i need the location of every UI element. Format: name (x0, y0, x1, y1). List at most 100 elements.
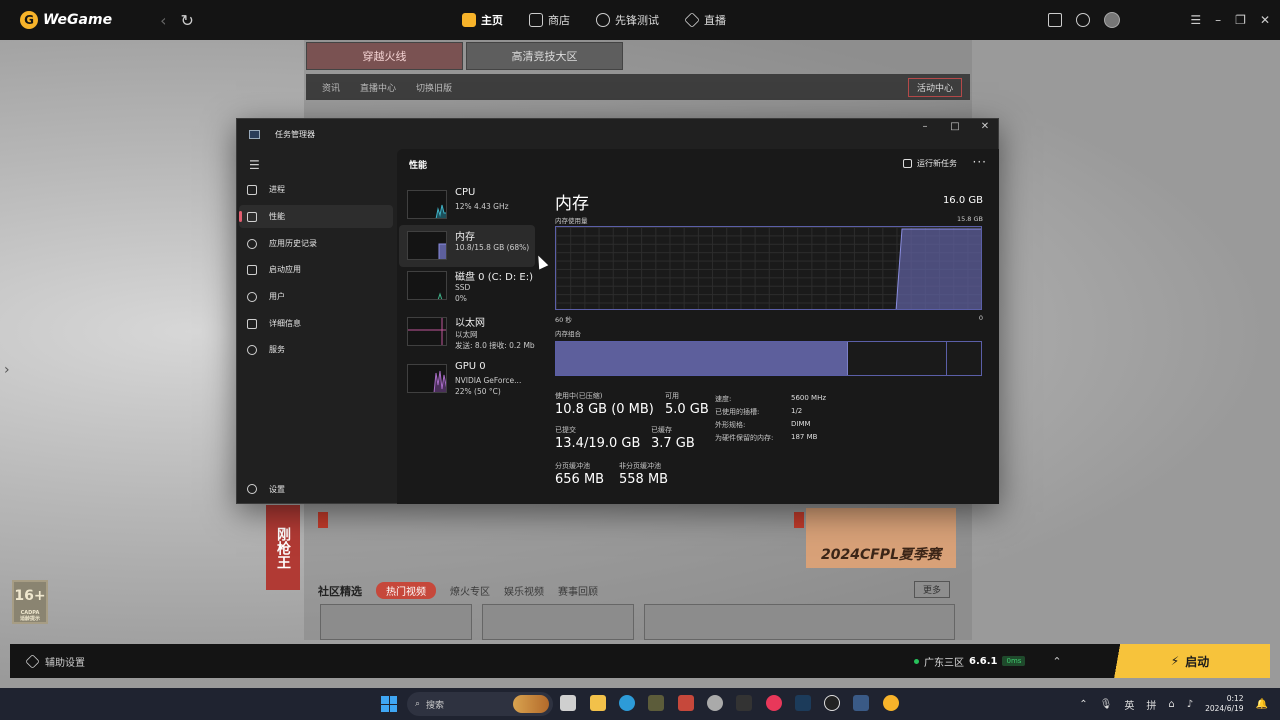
nav-startup-apps[interactable]: 启动应用 (239, 258, 393, 281)
resource-memory[interactable]: 内存 10.8/15.8 GB (68%) (399, 225, 535, 267)
nav-details[interactable]: 详细信息 (239, 312, 393, 335)
app-icon[interactable] (678, 695, 694, 711)
chevron-up-icon[interactable]: ⌃ (1052, 655, 1061, 668)
stat-label: 已缓存 (651, 426, 672, 434)
game-tab-cf[interactable]: 穿越火线 (306, 42, 463, 70)
more-options-icon[interactable]: ··· (973, 155, 987, 169)
steam-icon[interactable] (795, 695, 811, 711)
nav-performance[interactable]: 性能 (239, 205, 393, 228)
game-tab-hd[interactable]: 高清竞技大区 (466, 42, 623, 70)
resource-name: 以太网 (455, 318, 485, 329)
resource-name: CPU (455, 187, 476, 198)
close-icon[interactable]: ✕ (970, 119, 1000, 135)
nav-app-history[interactable]: 应用历史记录 (239, 232, 393, 255)
wegame-icon[interactable] (883, 695, 899, 711)
resource-gpu[interactable]: GPU 0 NVIDIA GeForce... 22% (50 °C) (399, 358, 535, 400)
community-tab-fire[interactable]: 燎火专区 (450, 583, 490, 598)
memory-max-label: 15.8 GB (956, 215, 983, 223)
nav-services[interactable]: 服务 (239, 338, 393, 361)
run-new-task-button[interactable]: 运行新任务 (903, 158, 957, 169)
activity-center-button[interactable]: 活动中心 (907, 78, 962, 97)
task-manager-icon[interactable] (853, 695, 869, 711)
avatar[interactable] (1104, 12, 1121, 28)
stat-label: 使用中(已压缩) (555, 392, 603, 400)
wegame-logo[interactable]: G WeGame (20, 11, 112, 29)
nav-live-label: 直播 (704, 14, 726, 27)
sub-nav-live[interactable]: 直播中心 (360, 81, 396, 94)
stat-value: 13.4/19.0 GB (555, 436, 641, 451)
netease-music-icon[interactable] (766, 695, 782, 711)
community-tab-fun[interactable]: 娱乐视频 (504, 583, 544, 598)
nav-pioneer[interactable]: 先锋测试 (596, 12, 659, 28)
hamburger-icon[interactable]: ☰ (249, 158, 260, 172)
resource-cpu[interactable]: CPU 12% 4.43 GHz (399, 184, 535, 226)
minimize-icon[interactable]: – (910, 119, 940, 135)
resource-disk[interactable]: 磁盘 0 (C: D: E:) SSD 0% (399, 265, 535, 307)
live-icon (684, 12, 700, 28)
windows-start-icon[interactable] (381, 696, 397, 712)
community-tab-review[interactable]: 赛事回顾 (558, 583, 598, 598)
resource-detail: 22% (50 °C) (455, 387, 501, 396)
memory-title: 内存 (555, 194, 589, 214)
cfpl-banner[interactable]: 2024CFPL夏季赛 (806, 508, 956, 568)
store-icon (529, 13, 543, 27)
nav-settings[interactable]: 设置 (239, 479, 393, 499)
taskbar-search[interactable]: ⌕ 搜索 (407, 692, 553, 716)
search-highlight-image (513, 695, 549, 713)
folder-icon[interactable] (1048, 13, 1063, 27)
nav-store[interactable]: 商店 (529, 12, 570, 28)
menu-icon[interactable]: ☰ (1190, 13, 1201, 27)
video-thumbnail[interactable] (482, 604, 634, 640)
launch-button[interactable]: ⚡ 启动 (1110, 644, 1270, 678)
ime-language[interactable]: 英 (1124, 697, 1134, 712)
community-tab-hot[interactable]: 热门视频 (376, 582, 436, 599)
app-icon[interactable] (736, 695, 752, 711)
stat-committed: 已提交 13.4/19.0 GB (555, 425, 640, 451)
detail-value: 5600 MHz (791, 394, 827, 402)
chevron-up-icon[interactable]: ⌃ (1079, 699, 1087, 710)
app-icon[interactable] (707, 695, 723, 711)
carousel-next-icon[interactable] (794, 512, 804, 528)
refresh-icon[interactable]: ↻ (180, 11, 193, 30)
file-explorer-icon[interactable] (590, 695, 606, 711)
close-icon[interactable]: ✕ (1260, 13, 1270, 27)
app-icon[interactable] (648, 695, 664, 711)
nav-live[interactable]: 直播 (684, 12, 726, 28)
video-thumbnail[interactable] (320, 604, 472, 640)
title-bar[interactable]: 任务管理器 – □ ✕ (237, 119, 1000, 149)
detail-label: 为硬件保留的内存: (715, 434, 774, 442)
expand-left-icon[interactable]: › (4, 362, 10, 378)
resource-name: GPU 0 (455, 361, 486, 372)
minimize-icon[interactable]: – (1215, 13, 1221, 27)
app-icon[interactable] (824, 695, 840, 711)
ime-mode[interactable]: 拼 (1146, 697, 1156, 712)
microphone-icon[interactable]: 🎙 (1100, 699, 1113, 710)
sub-nav-old[interactable]: 切换旧版 (416, 81, 452, 94)
nav-home[interactable]: 主页 (462, 12, 503, 28)
maximize-icon[interactable]: □ (940, 119, 970, 135)
graph-time-right: 0 (978, 314, 983, 322)
nav-processes[interactable]: 进程 (239, 178, 393, 201)
notification-bell-icon[interactable]: 🔔 (1256, 699, 1268, 710)
server-selector[interactable]: 广东三区 6.6.1 0ms ⌃ (914, 644, 1062, 678)
resource-ethernet[interactable]: 以太网 以太网 发送: 8.0 接收: 0.2 Mb (399, 311, 535, 353)
back-icon[interactable]: ‹ (160, 11, 166, 30)
volume-icon[interactable]: ♪ (1187, 699, 1193, 710)
stat-available: 可用 5.0 GB (665, 391, 709, 417)
restore-icon[interactable]: ❐ (1235, 13, 1246, 27)
network-icon[interactable]: ⌂ (1168, 699, 1174, 710)
age-rating-badge: 16+ CADPA 适龄提示 (12, 580, 48, 624)
banner-side[interactable]: 刚枪王 (266, 505, 300, 590)
community-more-link[interactable]: 更多 (914, 581, 951, 598)
clock[interactable]: 0:12 2024/6/19 (1205, 694, 1243, 714)
assist-settings-button[interactable]: 辅助设置 (25, 653, 85, 669)
sub-nav-news[interactable]: 资讯 (322, 81, 340, 94)
video-thumbnail[interactable] (644, 604, 955, 640)
download-icon[interactable] (1076, 13, 1091, 27)
side-nav: ☰ 进程 性能 应用历史记录 启动应用 用户 详细信息 服务 (237, 149, 397, 505)
nav-users[interactable]: 用户 (239, 285, 393, 308)
carousel-prev-icon[interactable] (318, 512, 328, 528)
task-view-icon[interactable] (560, 695, 576, 711)
run-new-task-label: 运行新任务 (917, 159, 957, 168)
edge-browser-icon[interactable] (619, 695, 635, 711)
